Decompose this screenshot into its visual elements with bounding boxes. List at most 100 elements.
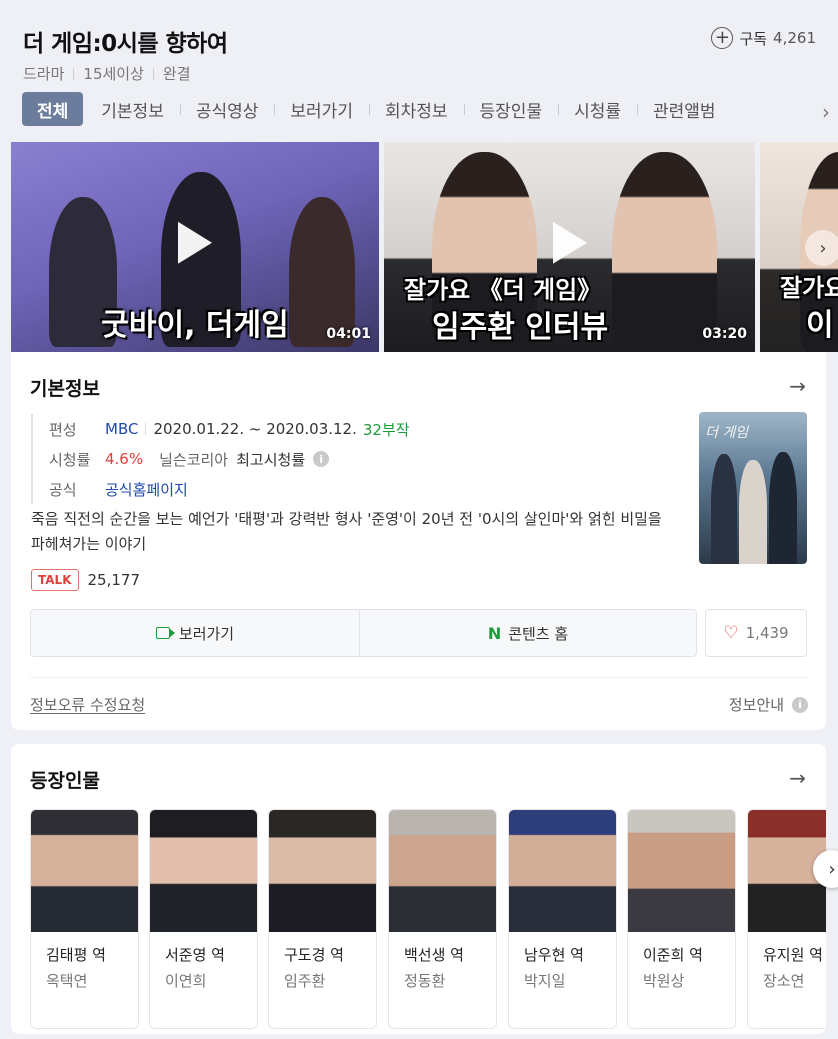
tab-official-video[interactable]: 공식영상 (179, 92, 275, 126)
rating-source: 닐슨코리아 (159, 450, 229, 469)
cast-actor: 장소연 (763, 972, 805, 990)
watch-button[interactable]: 보러가기 (30, 609, 360, 657)
tabs-next-icon[interactable]: › (822, 100, 830, 124)
poster-figure (769, 452, 797, 564)
like-count: 1,439 (745, 624, 789, 642)
episodes-link[interactable]: 32부작 (363, 419, 410, 440)
subscribe-button[interactable]: + 구독 4,261 (711, 27, 816, 49)
poster-image[interactable]: 더 게임 (699, 412, 807, 564)
video-next-icon[interactable]: › (805, 230, 838, 266)
cast-role: 남우현 역 (524, 946, 584, 964)
cast-role: 김태평 역 (46, 946, 106, 964)
cast-list: 김태평 역 옥택연 서준영 역 이연희 구도경 역 임주환 백선생 역 정동환 … (30, 809, 826, 1039)
meta-divider (152, 67, 154, 80)
info-guide-label: 정보안내 (728, 696, 784, 714)
arrow-right-icon[interactable]: → (789, 374, 806, 398)
tab-watch[interactable]: 보러가기 (274, 92, 369, 126)
talk-badge: TALK (31, 569, 79, 591)
cast-item[interactable]: 유지원 역 장소연 (747, 809, 826, 1029)
cast-item[interactable]: 남우현 역 박지일 (508, 809, 617, 1029)
contents-home-button[interactable]: N 콘텐츠 홈 (359, 609, 697, 657)
cast-photo (628, 810, 735, 932)
cast-role: 유지원 역 (763, 946, 823, 964)
cast-card: 등장인물 → 김태평 역 옥택연 서준영 역 이연희 구도경 역 임주환 백선생… (11, 744, 838, 1034)
meta-info: 드라마 15세이상 완결 (23, 63, 191, 84)
cast-role: 이준희 역 (643, 946, 703, 964)
report-error-link[interactable]: 정보오류 수정요청 (30, 694, 145, 715)
plus-icon: + (711, 27, 734, 49)
cast-photo (31, 810, 138, 932)
section-title: 등장인물 (30, 770, 100, 792)
info-list: 편성 MBC 2020.01.22. ~ 2020.03.12. 32부작 시청… (31, 414, 410, 504)
info-row-official: 공식 공식홈페이지 (49, 474, 410, 504)
talk-count: 25,177 (87, 571, 141, 589)
video-caption-sub: 이 (806, 308, 834, 343)
cast-item[interactable]: 서준영 역 이연희 (149, 809, 258, 1029)
tab-cast[interactable]: 등장인물 (463, 92, 559, 126)
tab-ratings[interactable]: 시청률 (558, 92, 637, 126)
cast-item[interactable]: 김태평 역 옥택연 (30, 809, 139, 1029)
video-caption: 잘가요 《더 게임》 (404, 276, 602, 304)
action-buttons: 보러가기 N 콘텐츠 홈 ♡ 1,439 (30, 609, 807, 659)
section-title: 기본정보 (30, 378, 100, 400)
cast-photo (389, 810, 496, 932)
age-rating: 15세이상 (83, 65, 144, 83)
video-item[interactable]: 잘가요 《더 게임》 임주환 인터뷰 03:20 (384, 142, 755, 352)
basic-info-card: 기본정보 → 편성 MBC 2020.01.22. ~ 2020.03.12. … (11, 352, 826, 730)
tab-episodes[interactable]: 회차정보 (368, 92, 464, 126)
tab-basic-info[interactable]: 기본정보 (85, 92, 180, 126)
info-guide[interactable]: 정보안내 i (729, 694, 808, 715)
poster-figure (739, 460, 767, 564)
cast-actor: 이연희 (165, 972, 207, 990)
info-icon[interactable]: i (313, 451, 330, 467)
tab-bar: 전체 기본정보 공식영상 보러가기 회차정보 등장인물 시청률 관련앨범 (22, 92, 732, 126)
video-camera-icon (155, 627, 175, 639)
cast-actor: 박지일 (524, 972, 566, 990)
video-duration: 04:01 (326, 326, 371, 342)
cast-actor: 옥택연 (46, 972, 88, 990)
like-button[interactable]: ♡ 1,439 (705, 609, 807, 657)
cast-role: 백선생 역 (404, 946, 464, 964)
video-caption: 잘가요 (780, 274, 838, 302)
info-label: 시청률 (49, 450, 91, 469)
info-row-rating: 시청률 4.6% 닐슨코리아 최고시청률 i (49, 444, 410, 474)
info-label: 공식 (49, 480, 77, 499)
poster-figure (711, 454, 737, 564)
genre: 드라마 (23, 65, 65, 83)
synopsis: 죽음 직전의 순간을 보는 예언가 '태평'과 강력반 형사 '준영'이 20년… (31, 510, 662, 553)
status: 완결 (162, 65, 191, 83)
cast-actor: 정동환 (404, 972, 446, 990)
subscribe-count: 4,261 (773, 29, 816, 47)
cast-actor: 임주환 (284, 972, 326, 990)
video-caption: 굿바이, 더게임 (101, 308, 289, 343)
cast-photo (269, 810, 376, 932)
play-icon (552, 221, 587, 264)
broadcast-period: 2020.01.22. ~ 2020.03.12. (153, 420, 357, 438)
divider (30, 677, 807, 678)
tab-albums[interactable]: 관련앨범 (637, 92, 732, 126)
info-label: 편성 (49, 420, 77, 439)
header: 더 게임:0시를 향하여 드라마 15세이상 완결 + 구독 4,261 전체 … (0, 0, 838, 142)
naver-n-icon: N (487, 623, 502, 643)
arrow-right-icon[interactable]: → (789, 766, 806, 790)
cast-item[interactable]: 이준희 역 박원상 (627, 809, 736, 1029)
cast-item[interactable]: 백선생 역 정동환 (388, 809, 497, 1029)
tab-all[interactable]: 전체 (22, 92, 84, 126)
heart-icon: ♡ (723, 623, 739, 643)
cast-role: 서준영 역 (165, 946, 225, 964)
divider (145, 423, 147, 435)
cast-photo (509, 810, 616, 932)
meta-divider (73, 67, 75, 80)
play-icon (178, 221, 212, 264)
channel-link[interactable]: MBC (105, 420, 138, 438)
talk-area[interactable]: TALK 25,177 (31, 569, 140, 591)
page-title: 더 게임:0시를 향하여 (23, 31, 228, 57)
official-homepage-link[interactable]: 공식홈페이지 (105, 479, 188, 500)
video-item[interactable]: 굿바이, 더게임 04:01 (11, 142, 379, 352)
cast-item[interactable]: 구도경 역 임주환 (268, 809, 377, 1029)
contents-home-label: 콘텐츠 홈 (508, 624, 569, 643)
video-caption-sub: 임주환 인터뷰 (432, 310, 609, 345)
person-image (612, 152, 717, 352)
cast-role: 구도경 역 (284, 946, 344, 964)
video-duration: 03:20 (702, 326, 747, 342)
